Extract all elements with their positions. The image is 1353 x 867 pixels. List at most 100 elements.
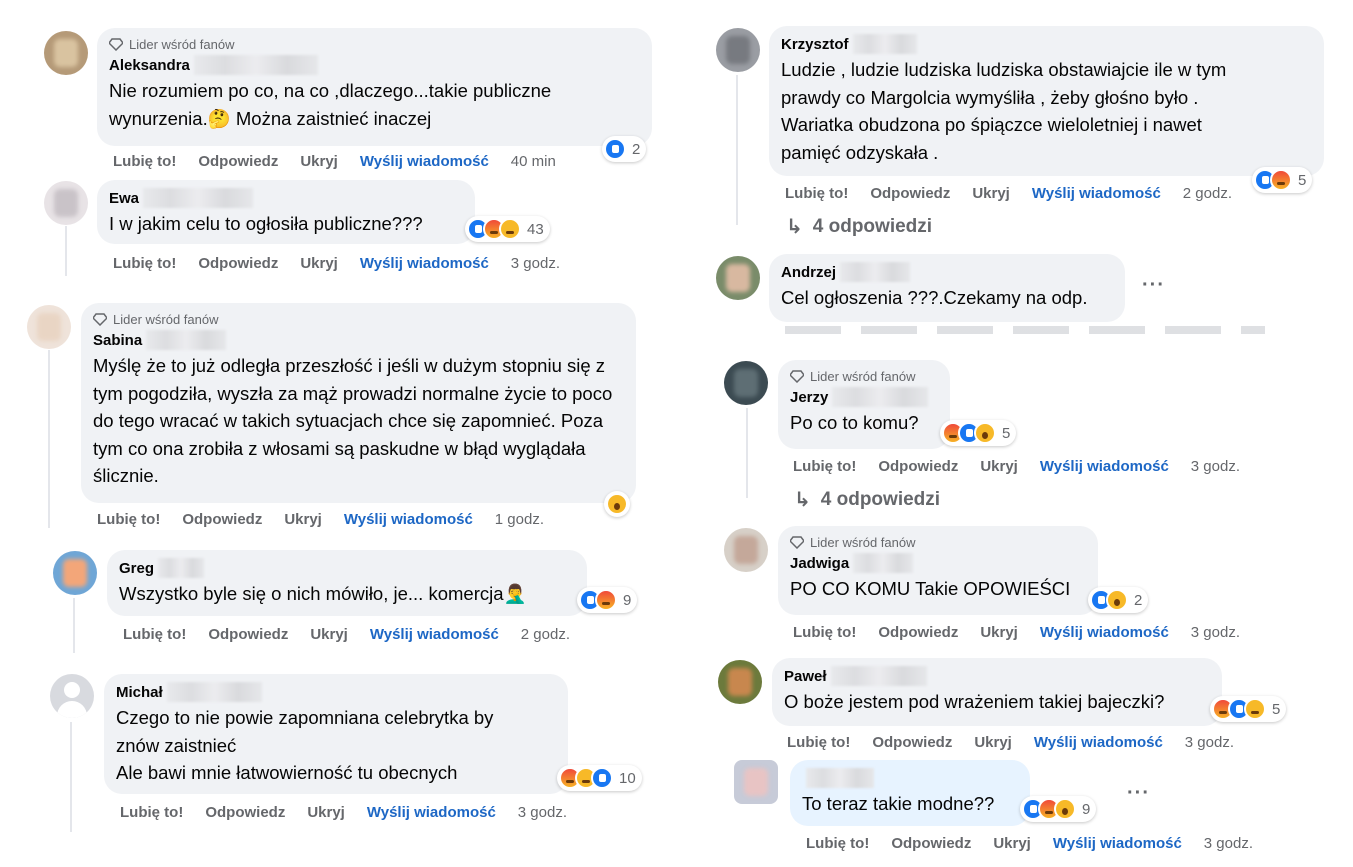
thread-line xyxy=(73,598,75,653)
timestamp[interactable]: 3 godz. xyxy=(1191,624,1240,641)
hide-button[interactable]: Ukryj xyxy=(980,624,1018,641)
hide-button[interactable]: Ukryj xyxy=(980,458,1018,475)
avatar[interactable] xyxy=(724,361,768,405)
view-replies-link[interactable]: ↳ 4 odpowiedzi xyxy=(794,487,940,512)
hide-button[interactable]: Ukryj xyxy=(307,804,345,821)
like-button[interactable]: Lubię to! xyxy=(793,458,856,475)
comment-text-line: Ale bawi mnie łatwowierność tu obecnych xyxy=(116,762,458,783)
reactions-summary[interactable]: 5 xyxy=(940,420,1017,446)
avatar[interactable] xyxy=(716,28,760,72)
timestamp[interactable]: 3 godz. xyxy=(1191,458,1240,475)
send-message-button[interactable]: Wyślij wiadomość xyxy=(1053,835,1182,852)
like-button[interactable]: Lubię to! xyxy=(113,153,176,170)
send-message-button[interactable]: Wyślij wiadomość xyxy=(367,804,496,821)
like-button[interactable]: Lubię to! xyxy=(785,185,848,202)
comment-author[interactable]: Greg xyxy=(119,560,154,577)
more-options-icon[interactable]: ··· xyxy=(1142,274,1165,297)
like-button[interactable]: Lubię to! xyxy=(787,734,850,751)
timestamp[interactable]: 2 godz. xyxy=(1183,185,1232,202)
send-message-button[interactable]: Wyślij wiadomość xyxy=(1032,185,1161,202)
reply-button[interactable]: Odpowiedz xyxy=(208,626,288,643)
avatar[interactable] xyxy=(27,305,71,349)
comment-bubble: To teraz takie modne?? xyxy=(790,760,1030,826)
more-options-icon[interactable]: ··· xyxy=(1127,782,1150,805)
comment-author[interactable]: Sabina xyxy=(93,332,142,349)
avatar[interactable] xyxy=(734,760,778,804)
timestamp[interactable]: 3 godz. xyxy=(1185,734,1234,751)
hide-button[interactable]: Ukryj xyxy=(300,255,338,272)
comment-author[interactable]: Jerzy xyxy=(790,389,828,406)
avatar[interactable] xyxy=(724,528,768,572)
hide-button[interactable]: Ukryj xyxy=(284,511,322,528)
comment-author[interactable]: Jadwiga xyxy=(790,555,849,572)
comment-bubble: Andrzej Cel ogłoszenia ???.Czekamy na od… xyxy=(769,254,1125,322)
reply-button[interactable]: Odpowiedz xyxy=(198,255,278,272)
send-message-button[interactable]: Wyślij wiadomość xyxy=(360,153,489,170)
reactions-summary[interactable]: 9 xyxy=(1020,796,1097,822)
like-button[interactable]: Lubię to! xyxy=(806,835,869,852)
comment-text-line: Wariatka obudzona po śpiączce wieloletni… xyxy=(781,114,1202,135)
timestamp[interactable]: 3 godz. xyxy=(511,255,560,272)
send-message-button[interactable]: Wyślij wiadomość xyxy=(1040,624,1169,641)
timestamp[interactable]: 40 min xyxy=(511,153,556,170)
send-message-button[interactable]: Wyślij wiadomość xyxy=(1040,458,1169,475)
avatar[interactable] xyxy=(53,551,97,595)
view-replies-link[interactable]: ↳ 4 odpowiedzi xyxy=(786,214,932,239)
like-button[interactable]: Lubię to! xyxy=(793,624,856,641)
hide-button[interactable]: Ukryj xyxy=(310,626,348,643)
avatar[interactable] xyxy=(718,660,762,704)
reaction-count: 5 xyxy=(1272,700,1281,718)
reaction-count: 10 xyxy=(619,769,636,787)
thread-line xyxy=(746,408,748,498)
reply-button[interactable]: Odpowiedz xyxy=(878,458,958,475)
like-button[interactable]: Lubię to! xyxy=(120,804,183,821)
avatar[interactable] xyxy=(716,256,760,300)
hide-button[interactable]: Ukryj xyxy=(974,734,1012,751)
comment-bubble: Ewa I w jakim celu to ogłosiła publiczne… xyxy=(97,180,475,244)
reactions-summary[interactable]: 9 xyxy=(577,587,638,613)
comment-text: Myślę że to już odległa przeszłość i jeś… xyxy=(93,355,613,486)
send-message-button[interactable]: Wyślij wiadomość xyxy=(370,626,499,643)
like-button[interactable]: Lubię to! xyxy=(113,255,176,272)
wow-reaction-icon xyxy=(1106,589,1128,611)
angry-reaction-icon xyxy=(1270,169,1292,191)
like-button[interactable]: Lubię to! xyxy=(123,626,186,643)
send-message-button[interactable]: Wyślij wiadomość xyxy=(360,255,489,272)
comment-author[interactable]: Andrzej xyxy=(781,264,836,281)
timestamp[interactable]: 2 godz. xyxy=(521,626,570,643)
reply-button[interactable]: Odpowiedz xyxy=(182,511,262,528)
comment-actions: Lubię to! Odpowiedz Ukryj Wyślij wiadomo… xyxy=(785,182,1254,204)
like-button[interactable]: Lubię to! xyxy=(97,511,160,528)
reactions-summary[interactable]: 43 xyxy=(465,216,550,242)
timestamp[interactable]: 3 godz. xyxy=(518,804,567,821)
send-message-button[interactable]: Wyślij wiadomość xyxy=(344,511,473,528)
reply-button[interactable]: Odpowiedz xyxy=(878,624,958,641)
comment-author[interactable]: Paweł xyxy=(784,668,827,685)
reactions-summary[interactable]: 5 xyxy=(1210,696,1287,722)
avatar[interactable] xyxy=(50,674,94,718)
reactions-summary[interactable]: 2 xyxy=(1088,587,1149,613)
send-message-button[interactable]: Wyślij wiadomość xyxy=(1034,734,1163,751)
hide-button[interactable]: Ukryj xyxy=(972,185,1010,202)
reactions-summary[interactable]: 5 xyxy=(1252,167,1313,193)
reactions-summary[interactable]: 10 xyxy=(557,765,642,791)
reply-button[interactable]: Odpowiedz xyxy=(891,835,971,852)
comment-author[interactable]: Ewa xyxy=(109,190,139,207)
comment-author[interactable]: Michał xyxy=(116,684,163,701)
reply-button[interactable]: Odpowiedz xyxy=(870,185,950,202)
comment-text-line: prawdy co Margolcia wymyśliła , żeby gło… xyxy=(781,86,1199,108)
timestamp[interactable]: 1 godz. xyxy=(495,511,544,528)
reactions-summary[interactable]: 2 xyxy=(602,136,647,162)
reply-button[interactable]: Odpowiedz xyxy=(872,734,952,751)
hide-button[interactable]: Ukryj xyxy=(993,835,1031,852)
avatar[interactable] xyxy=(44,181,88,225)
diamond-icon xyxy=(790,370,804,383)
timestamp[interactable]: 3 godz. xyxy=(1204,835,1253,852)
avatar[interactable] xyxy=(44,31,88,75)
reactions-summary[interactable] xyxy=(604,491,630,517)
reply-button[interactable]: Odpowiedz xyxy=(205,804,285,821)
comment-author[interactable]: Aleksandra xyxy=(109,57,190,74)
comment-author[interactable]: Krzysztof xyxy=(781,36,849,53)
reply-button[interactable]: Odpowiedz xyxy=(198,153,278,170)
hide-button[interactable]: Ukryj xyxy=(300,153,338,170)
